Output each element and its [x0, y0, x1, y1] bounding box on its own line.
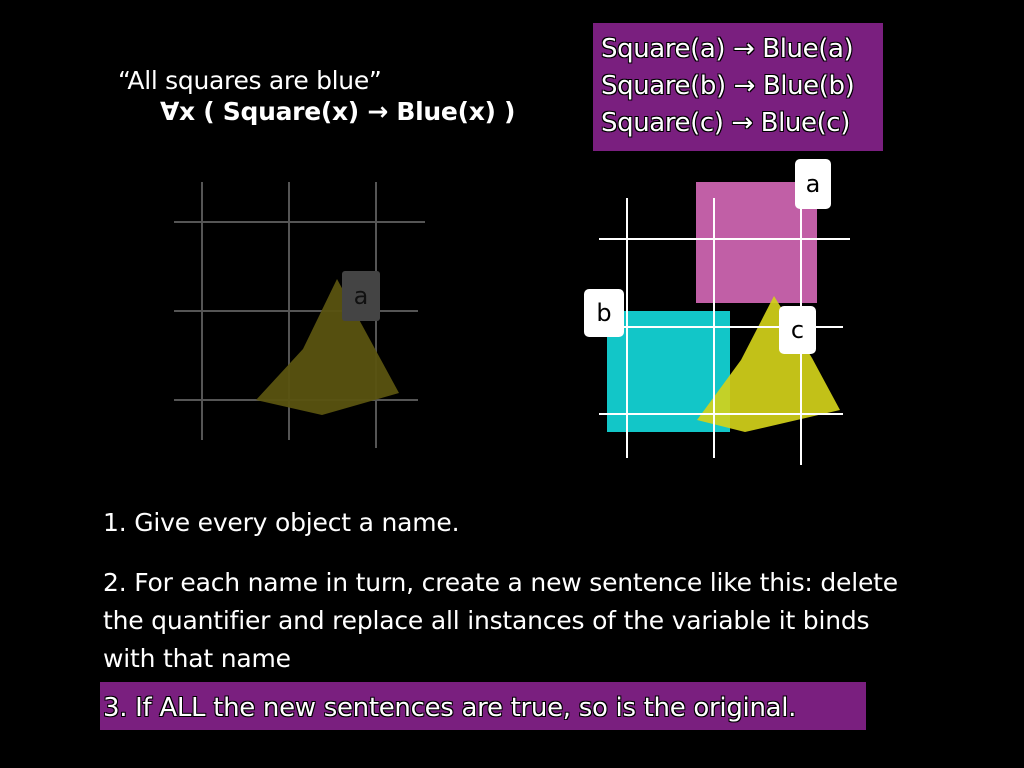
right-label-b: b — [584, 289, 624, 337]
right-label-a: a — [795, 159, 831, 209]
step-3: 3. If ALL the new sentences are true, so… — [103, 693, 797, 723]
step-2: 2. For each name in turn, create a new s… — [103, 568, 898, 673]
right-label-c: c — [779, 306, 816, 354]
step-1: 1. Give every object a name. — [103, 508, 460, 537]
